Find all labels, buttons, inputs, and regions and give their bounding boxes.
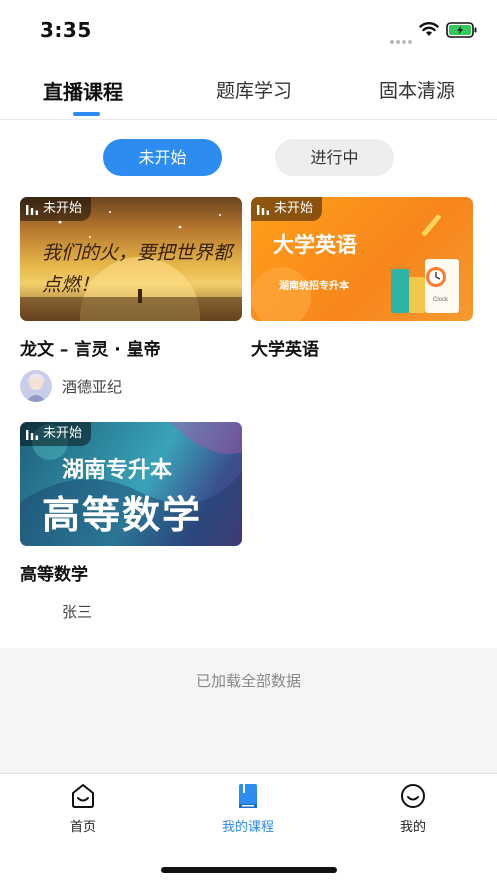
teacher-name: 张三 bbox=[62, 602, 93, 621]
bar-chart-icon bbox=[26, 205, 38, 215]
status-bar: 3:35 bbox=[0, 0, 497, 58]
thumbnail-title-text: 大学英语 bbox=[273, 233, 357, 257]
battery-charging-icon bbox=[446, 22, 477, 38]
nav-me-label: 我的 bbox=[399, 820, 426, 835]
thumbnail-handwritten-text: 我们的火，要把世界都点燃！ bbox=[42, 242, 233, 296]
status-badge-label: 未开始 bbox=[43, 426, 83, 441]
tab-gubenqingyuan[interactable]: 固本清源 bbox=[379, 76, 455, 103]
tab-question-bank[interactable]: 题库学习 bbox=[216, 76, 292, 103]
avatar bbox=[20, 595, 52, 627]
thumbnail-subtitle-text: 湖南专升本 bbox=[62, 458, 173, 483]
smile-face-icon bbox=[401, 784, 425, 808]
course-category-tabs: 直播课程 题库学习 固本清源 bbox=[0, 58, 497, 120]
status-badge-label: 未开始 bbox=[274, 201, 314, 216]
svg-text:Clock: Clock bbox=[433, 297, 449, 303]
course-title: 高等数学 bbox=[20, 565, 88, 585]
book-icon bbox=[239, 784, 257, 808]
nav-my-courses-label: 我的课程 bbox=[221, 820, 274, 835]
status-badge: 未开始 bbox=[251, 197, 323, 221]
filter-not-started-button[interactable]: 未开始 bbox=[103, 139, 222, 176]
home-indicator bbox=[161, 867, 337, 873]
course-thumbnail: Clock 大学英语 湖南统招专升本 未开始 bbox=[251, 197, 473, 321]
course-card[interactable]: 我们的火，要把世界都点燃！ 未开始 龙文 – 言灵 · 皇帝 酒德亚纪 bbox=[20, 197, 242, 402]
nav-me[interactable]: 我的 bbox=[368, 782, 458, 835]
nav-home[interactable]: 首页 bbox=[38, 782, 128, 835]
status-badge: 未开始 bbox=[20, 422, 92, 446]
status-time: 3:35 bbox=[40, 18, 92, 42]
bar-chart-icon bbox=[257, 205, 269, 215]
cellular-signal-icon bbox=[390, 29, 414, 44]
status-badge-label: 未开始 bbox=[43, 201, 83, 216]
list-footer: 已加载全部数据 bbox=[0, 648, 497, 773]
nav-my-courses[interactable]: 我的课程 bbox=[203, 782, 293, 835]
nav-home-label: 首页 bbox=[69, 820, 96, 835]
thumbnail-subtitle-text: 湖南统招专升本 bbox=[279, 281, 349, 292]
teacher-name: 酒德亚纪 bbox=[62, 377, 123, 396]
wifi-icon bbox=[419, 22, 439, 36]
course-card[interactable]: Clock 大学英语 湖南统招专升本 未开始 大学英语 bbox=[251, 197, 473, 360]
filter-in-progress-button[interactable]: 进行中 bbox=[275, 139, 394, 176]
all-loaded-text: 已加载全部数据 bbox=[195, 672, 301, 690]
course-thumbnail: 湖南专升本 高等数学 未开始 bbox=[20, 422, 242, 546]
thumbnail-title-text: 高等数学 bbox=[42, 493, 203, 537]
teacher-info: 张三 bbox=[20, 594, 92, 628]
bar-chart-icon bbox=[26, 430, 38, 440]
course-title: 龙文 – 言灵 · 皇帝 bbox=[20, 340, 161, 360]
status-badge: 未开始 bbox=[20, 197, 92, 221]
home-smile-icon bbox=[72, 784, 94, 808]
course-title: 大学英语 bbox=[251, 340, 319, 360]
course-thumbnail: 我们的火，要把世界都点燃！ 未开始 bbox=[20, 197, 242, 321]
tab-live-courses[interactable]: 直播课程 bbox=[43, 76, 123, 105]
active-tab-indicator bbox=[73, 112, 100, 116]
avatar bbox=[20, 370, 52, 402]
course-card[interactable]: 湖南专升本 高等数学 未开始 高等数学 张三 bbox=[20, 422, 242, 621]
teacher-info: 酒德亚纪 bbox=[20, 369, 122, 403]
